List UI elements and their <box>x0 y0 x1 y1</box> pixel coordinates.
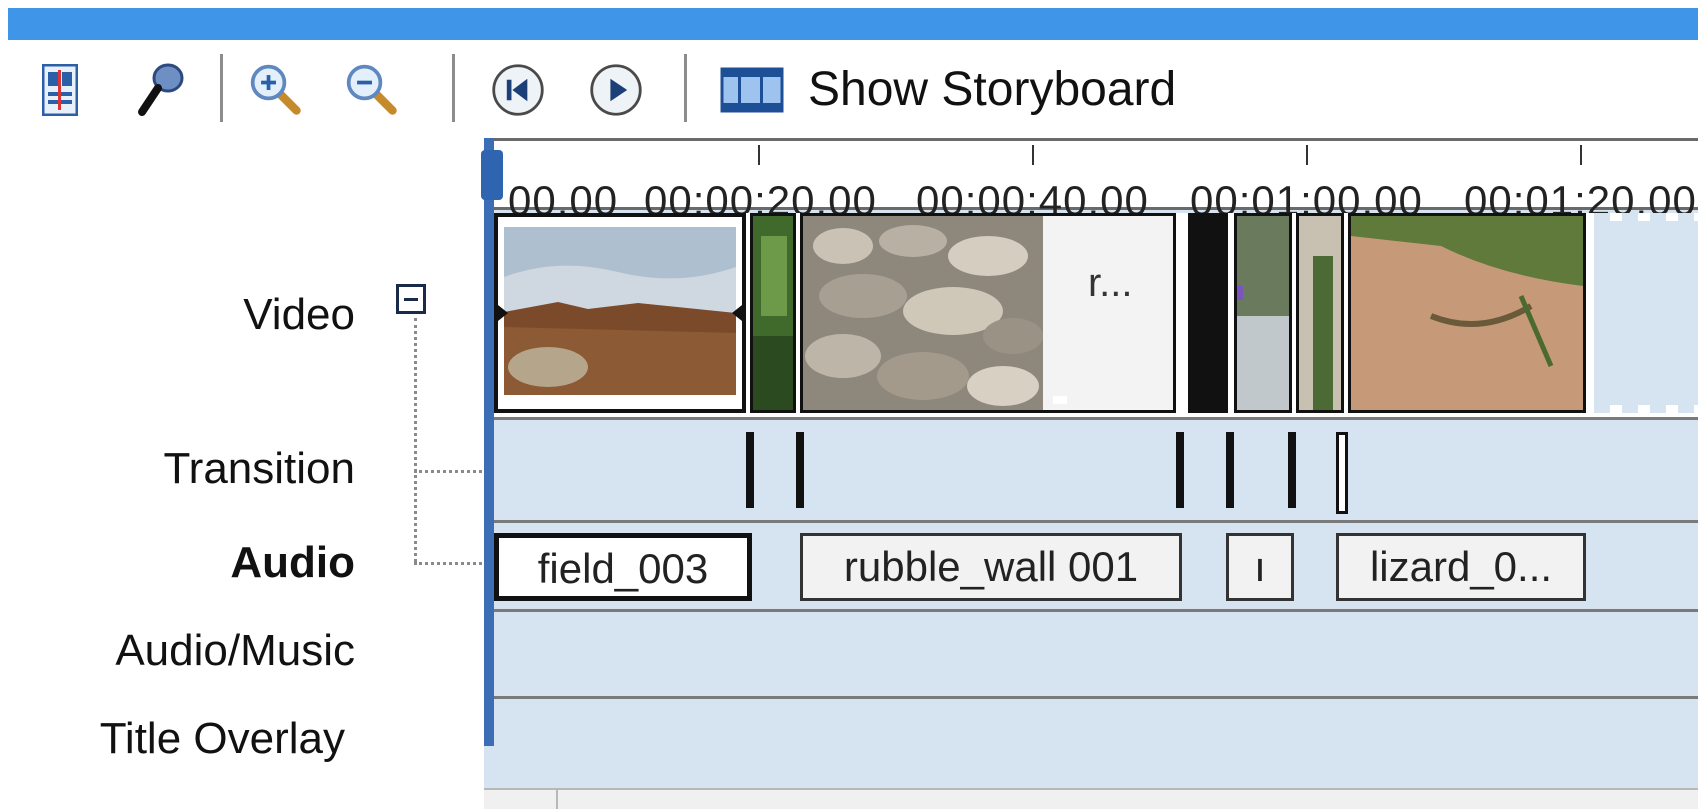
transition-marker[interactable] <box>1226 432 1234 508</box>
zoom-in-button[interactable] <box>248 62 304 118</box>
play-icon <box>590 64 642 116</box>
video-clip-thumbnail: r... <box>803 216 1173 410</box>
playhead-line <box>484 138 494 746</box>
narrate-button[interactable] <box>132 62 188 118</box>
video-clip-thumbnail <box>753 216 793 410</box>
storyboard-icon-button[interactable] <box>720 62 784 118</box>
track-label-video: Video <box>243 290 355 339</box>
video-clip-small[interactable] <box>1234 213 1292 413</box>
transition-marker[interactable] <box>1336 432 1348 514</box>
zoom-in-icon <box>250 64 301 115</box>
video-track: r... <box>494 213 1698 420</box>
zoom-out-icon <box>346 64 397 115</box>
audio-music-track <box>494 612 1698 699</box>
video-clip-thumbnail <box>1351 216 1583 410</box>
video-clip-thumbnail <box>1237 216 1289 410</box>
timeline-toolbar: Show Storyboard <box>8 40 1698 136</box>
transition-marker[interactable] <box>1176 432 1184 508</box>
video-track-empty-area <box>1594 213 1698 413</box>
ruler-minor-tick <box>1306 145 1308 165</box>
audio-clip[interactable]: ı <box>1226 533 1294 601</box>
time-ruler[interactable]: 00.00 00:00:20.00 00:00:40.00 00:01:00.0… <box>484 138 1698 224</box>
video-clip-rubble-wall[interactable]: r... <box>800 213 1176 413</box>
audio-track: field_003 rubble_wall 001 ı lizard_0... <box>494 523 1698 612</box>
track-label-transition: Transition <box>163 444 355 493</box>
tree-connector <box>414 318 417 562</box>
transition-marker[interactable] <box>746 432 754 508</box>
transition-track <box>494 420 1698 523</box>
rewind-button[interactable] <box>490 62 546 118</box>
timeline-view-icon <box>42 64 78 116</box>
video-clip-dark[interactable] <box>1188 213 1228 413</box>
timeline-view-button[interactable] <box>32 62 88 118</box>
storyboard-filmstrip-icon <box>720 67 784 113</box>
video-clip-thumbnail <box>1299 216 1341 410</box>
playhead-handle[interactable] <box>481 150 503 200</box>
toolbar-separator <box>684 54 687 122</box>
ruler-minor-tick <box>1032 145 1034 165</box>
collapse-video-icon[interactable] <box>396 284 426 314</box>
video-clip-green[interactable] <box>750 213 796 413</box>
audio-clip[interactable]: rubble_wall 001 <box>800 533 1182 601</box>
title-overlay-track <box>494 699 1698 785</box>
ruler-minor-tick <box>1580 145 1582 165</box>
video-clip-plant[interactable] <box>1296 213 1344 413</box>
narrate-microphone-icon <box>138 63 184 116</box>
tree-connector <box>414 470 488 473</box>
video-clip-thumbnail <box>498 217 742 409</box>
toolbar-separator <box>220 54 223 122</box>
video-clip-field[interactable] <box>494 213 746 413</box>
show-storyboard-button[interactable]: Show Storyboard <box>808 62 1176 118</box>
window-title-bar <box>8 8 1698 40</box>
track-label-audio: Audio <box>230 538 355 587</box>
rewind-icon <box>492 64 544 116</box>
transition-marker[interactable] <box>796 432 804 508</box>
tree-connector <box>414 562 488 565</box>
window-edge <box>1698 40 1707 807</box>
video-clip-caption: r... <box>1088 261 1132 305</box>
scroll-left-button[interactable] <box>484 790 558 809</box>
audio-clip[interactable]: field_003 <box>494 533 752 601</box>
track-label-title-overlay: Title Overlay <box>99 714 345 763</box>
video-clip-lizard[interactable] <box>1348 213 1586 413</box>
horizontal-scrollbar[interactable] <box>484 788 1698 809</box>
audio-clip[interactable]: lizard_0... <box>1336 533 1586 601</box>
transition-marker[interactable] <box>1288 432 1296 508</box>
toolbar-separator <box>452 54 455 122</box>
play-button[interactable] <box>588 62 644 118</box>
ruler-minor-tick <box>758 145 760 165</box>
track-label-audio-music: Audio/Music <box>115 626 355 675</box>
zoom-out-button[interactable] <box>344 62 400 118</box>
